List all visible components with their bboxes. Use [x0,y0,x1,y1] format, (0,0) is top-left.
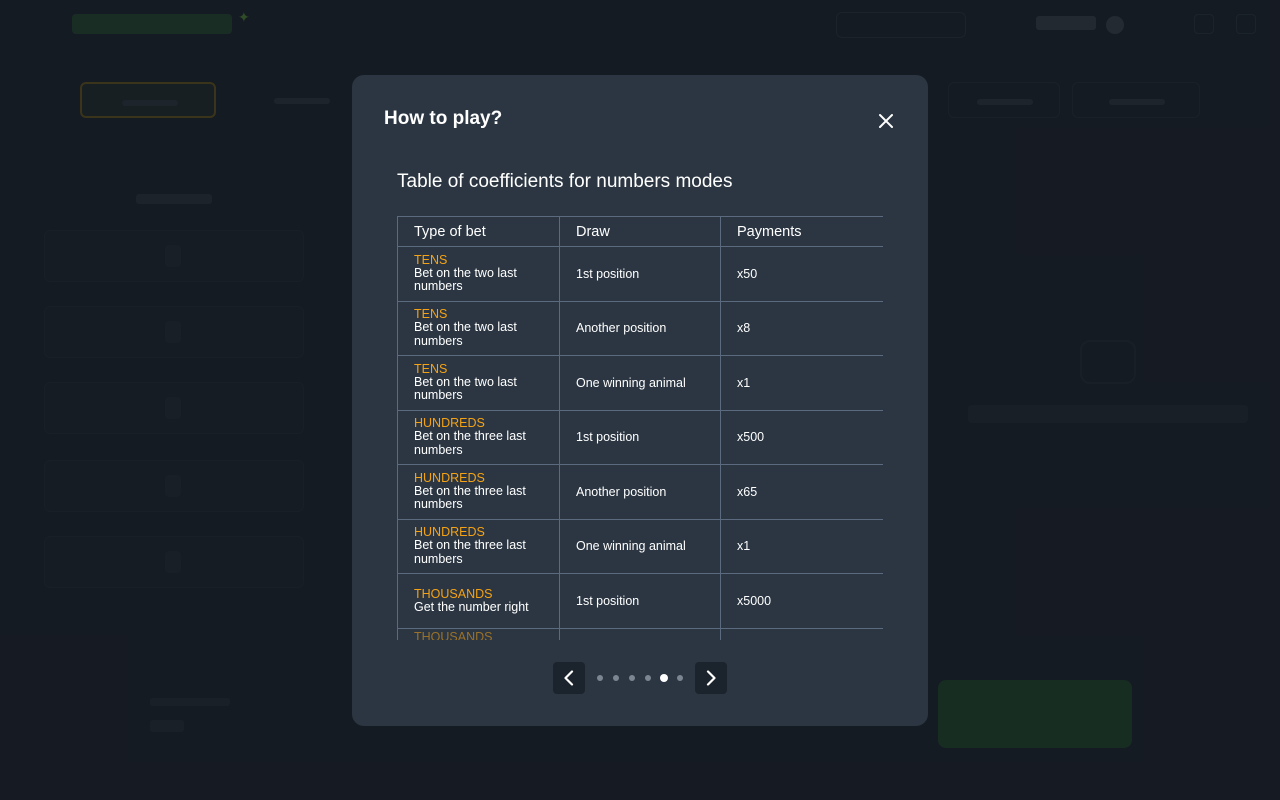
bet-description: Bet on the two last numbers [414,265,517,294]
header-payments: Payments [720,216,883,247]
bet-description: Bet on the three last numbers [414,538,526,566]
how-to-play-modal: How to play? Table of coefficients for n… [352,75,928,726]
bet-type: TENS [414,252,448,267]
table-row: TENS Bet on the two last numbers 1st posi… [397,246,883,302]
bet-type: TENS [414,361,448,376]
bet-description: Bet on the two last numbers [414,374,517,403]
bet-type-cell: TENS Bet on the two last numbers [397,246,560,302]
bet-description: Get the number right [414,599,529,614]
section-title: Table of coefficients for numbers modes [397,171,733,192]
page-dot[interactable] [677,674,683,681]
bet-type: HUNDREDS [414,470,485,485]
page-dot[interactable] [645,674,651,681]
page-dot[interactable] [613,674,619,681]
payment-cell: x8 [720,300,883,356]
next-page-button[interactable] [695,662,727,694]
draw-cell: 1st position [559,246,721,302]
table-row: HUNDREDS Bet on the three last numbers An… [397,464,883,520]
bet-type-cell: THOUSANDS [397,627,560,640]
table-row: THOUSANDS Get the number right 1st positi… [397,573,883,629]
close-button[interactable] [874,109,898,133]
payment-cell: x50 [720,246,883,302]
bet-description: Bet on the three last numbers [414,429,526,457]
bet-description: Bet on the three last numbers [414,483,526,512]
draw-cell: 1st position [559,409,721,465]
coefficients-table: Type of bet Draw Payments TENS Bet on the… [397,216,883,640]
bet-type: THOUSANDS [414,629,493,640]
payment-cell: x500 [720,409,883,465]
header-draw: Draw [559,216,721,247]
chevron-left-icon [564,670,574,686]
table-row: THOUSANDS [397,627,883,640]
bet-type-cell: THOUSANDS Get the number right [397,573,560,629]
page-dot-active[interactable] [660,673,668,682]
pagination [553,662,727,694]
draw-cell: Another position [559,300,721,356]
bet-type-cell: TENS Bet on the two last numbers [397,300,560,356]
chevron-right-icon [706,670,716,686]
draw-cell: 1st position [559,573,721,629]
table-header-row: Type of bet Draw Payments [397,216,883,247]
table-row: TENS Bet on the two last numbers Another … [397,300,883,356]
bet-description: Bet on the two last numbers [414,320,517,348]
page-dot[interactable] [597,674,603,681]
draw-cell: Another position [559,464,721,520]
payment-cell: x1 [720,355,883,411]
page-dot[interactable] [629,674,635,681]
payment-cell: x1 [720,518,883,574]
bet-type-cell: TENS Bet on the two last numbers [397,355,560,411]
modal-content[interactable]: Table of coefficients for numbers modes … [397,170,883,640]
table-row: HUNDREDS Bet on the three last numbers 1s… [397,409,883,465]
bet-type-cell: HUNDREDS Bet on the three last numbers [397,518,560,574]
draw-cell: One winning animal [559,355,721,411]
payment-cell: x5000 [720,573,883,629]
draw-cell [559,627,721,640]
payment-cell [720,627,883,640]
payment-cell: x65 [720,464,883,520]
prev-page-button[interactable] [553,662,585,694]
draw-cell: One winning animal [559,518,721,574]
header-type-of-bet: Type of bet [397,216,560,247]
table-row: HUNDREDS Bet on the three last numbers On… [397,518,883,574]
close-icon [879,114,893,128]
bet-type-cell: HUNDREDS Bet on the three last numbers [397,409,560,465]
table-row: TENS Bet on the two last numbers One winn… [397,355,883,411]
bet-type-cell: HUNDREDS Bet on the three last numbers [397,464,560,520]
bet-type: THOUSANDS [414,586,493,601]
modal-title: How to play? [384,108,503,129]
